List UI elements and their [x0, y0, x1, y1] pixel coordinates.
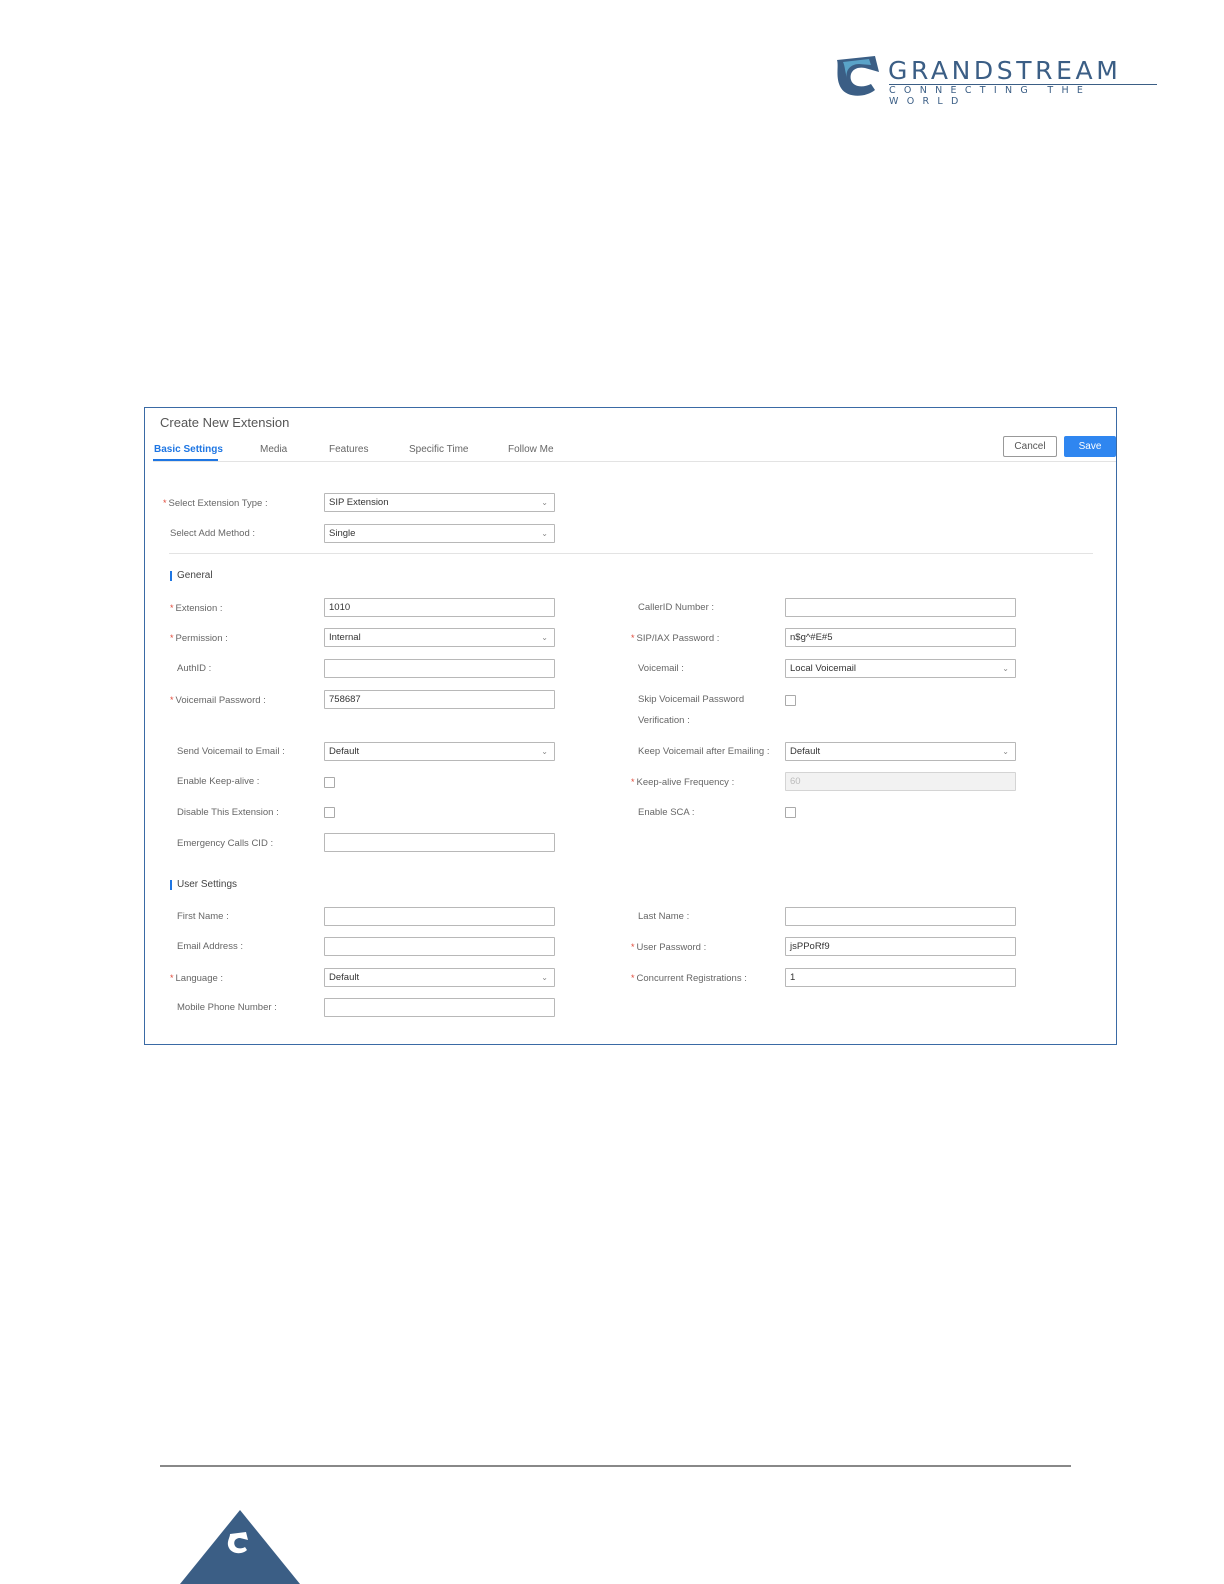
skip-voicemail-password-label: Skip Voicemail Password Verification :	[638, 694, 745, 726]
send-voicemail-email-label: Send Voicemail to Email :	[177, 746, 285, 757]
keepalive-frequency-input[interactable]: 60	[785, 772, 1016, 791]
keep-voicemail-select[interactable]: Default ⌄	[785, 742, 1016, 761]
user-password-input[interactable]: jsPPoRf9	[785, 937, 1016, 956]
callerid-number-input[interactable]	[785, 598, 1016, 617]
brand-tagline: CONNECTING THE WORLD	[889, 85, 1092, 107]
tab-basic-settings[interactable]: Basic Settings	[154, 444, 223, 455]
add-method-select[interactable]: Single ⌄	[324, 524, 555, 543]
tab-follow-me[interactable]: Follow Me	[508, 444, 554, 455]
concurrent-registrations-input[interactable]: 1	[785, 968, 1016, 987]
keep-voicemail-label: Keep Voicemail after Emailing :	[638, 746, 770, 757]
user-settings-section-title: User Settings	[170, 879, 237, 890]
authid-input[interactable]	[324, 659, 555, 678]
chevron-down-icon: ⌄	[1002, 747, 1009, 756]
extension-type-label: * Select Extension Type :	[163, 498, 268, 509]
voicemail-password-label: * Voicemail Password :	[170, 695, 266, 706]
general-section-title: General	[170, 570, 213, 581]
callerid-number-label: CallerID Number :	[638, 602, 715, 613]
sip-password-label: * SIP/IAX Password :	[631, 633, 720, 644]
grandstream-logo-icon	[837, 56, 879, 96]
add-method-label: Select Add Method :	[170, 528, 256, 539]
brand-name: GRANDSTREAM	[888, 56, 1122, 85]
chevron-down-icon: ⌄	[1002, 664, 1009, 673]
user-password-label: * User Password :	[631, 942, 707, 953]
last-name-input[interactable]	[785, 907, 1016, 926]
chevron-down-icon: ⌄	[541, 633, 548, 642]
permission-label: * Permission :	[170, 633, 228, 644]
footer-rule	[160, 1465, 1071, 1467]
tab-divider	[153, 461, 1116, 462]
sip-password-input[interactable]: n$g^#E#5	[785, 628, 1016, 647]
section-divider	[169, 553, 1093, 554]
enable-keepalive-checkbox[interactable]	[324, 777, 335, 788]
email-label: Email Address :	[177, 941, 243, 952]
tab-media[interactable]: Media	[260, 444, 287, 455]
send-voicemail-email-select[interactable]: Default ⌄	[324, 742, 555, 761]
first-name-label: First Name :	[177, 911, 229, 922]
first-name-input[interactable]	[324, 907, 555, 926]
language-label: * Language :	[170, 973, 224, 984]
extension-type-select[interactable]: SIP Extension ⌄	[324, 493, 555, 512]
voicemail-label: Voicemail :	[638, 663, 684, 674]
email-input[interactable]	[324, 937, 555, 956]
chevron-down-icon: ⌄	[541, 973, 548, 982]
emergency-cid-label: Emergency Calls CID :	[177, 838, 274, 849]
authid-label: AuthID :	[177, 663, 212, 674]
disable-extension-label: Disable This Extension :	[177, 807, 279, 818]
concurrent-registrations-label: * Concurrent Registrations :	[631, 973, 747, 984]
chevron-down-icon: ⌄	[541, 498, 548, 507]
emergency-cid-input[interactable]	[324, 833, 555, 852]
voicemail-select[interactable]: Local Voicemail ⌄	[785, 659, 1016, 678]
cancel-button[interactable]: Cancel	[1003, 436, 1057, 457]
extension-input[interactable]: 1010	[324, 598, 555, 617]
save-button[interactable]: Save	[1064, 436, 1116, 457]
mobile-phone-label: Mobile Phone Number :	[177, 1002, 277, 1013]
voicemail-password-input[interactable]: 758687	[324, 690, 555, 709]
enable-sca-checkbox[interactable]	[785, 807, 796, 818]
keepalive-frequency-label: * Keep-alive Frequency :	[631, 777, 735, 788]
enable-keepalive-label: Enable Keep-alive :	[177, 776, 260, 787]
extension-label: * Extension :	[170, 603, 223, 614]
skip-voicemail-password-checkbox[interactable]	[785, 695, 796, 706]
chevron-down-icon: ⌄	[541, 747, 548, 756]
tab-specific-time[interactable]: Specific Time	[409, 444, 468, 455]
enable-sca-label: Enable SCA :	[638, 807, 695, 818]
footer-logo-icon	[180, 1510, 300, 1584]
permission-select[interactable]: Internal ⌄	[324, 628, 555, 647]
language-select[interactable]: Default ⌄	[324, 968, 555, 987]
chevron-down-icon: ⌄	[541, 529, 548, 538]
tab-features[interactable]: Features	[329, 444, 368, 455]
disable-extension-checkbox[interactable]	[324, 807, 335, 818]
create-extension-dialog: Create New Extension Basic Settings Medi…	[144, 407, 1117, 1045]
last-name-label: Last Name :	[638, 911, 690, 922]
grandstream-logo: GRANDSTREAM CONNECTING THE WORLD	[835, 54, 1165, 107]
mobile-phone-input[interactable]	[324, 998, 555, 1017]
dialog-title: Create New Extension	[160, 415, 290, 430]
